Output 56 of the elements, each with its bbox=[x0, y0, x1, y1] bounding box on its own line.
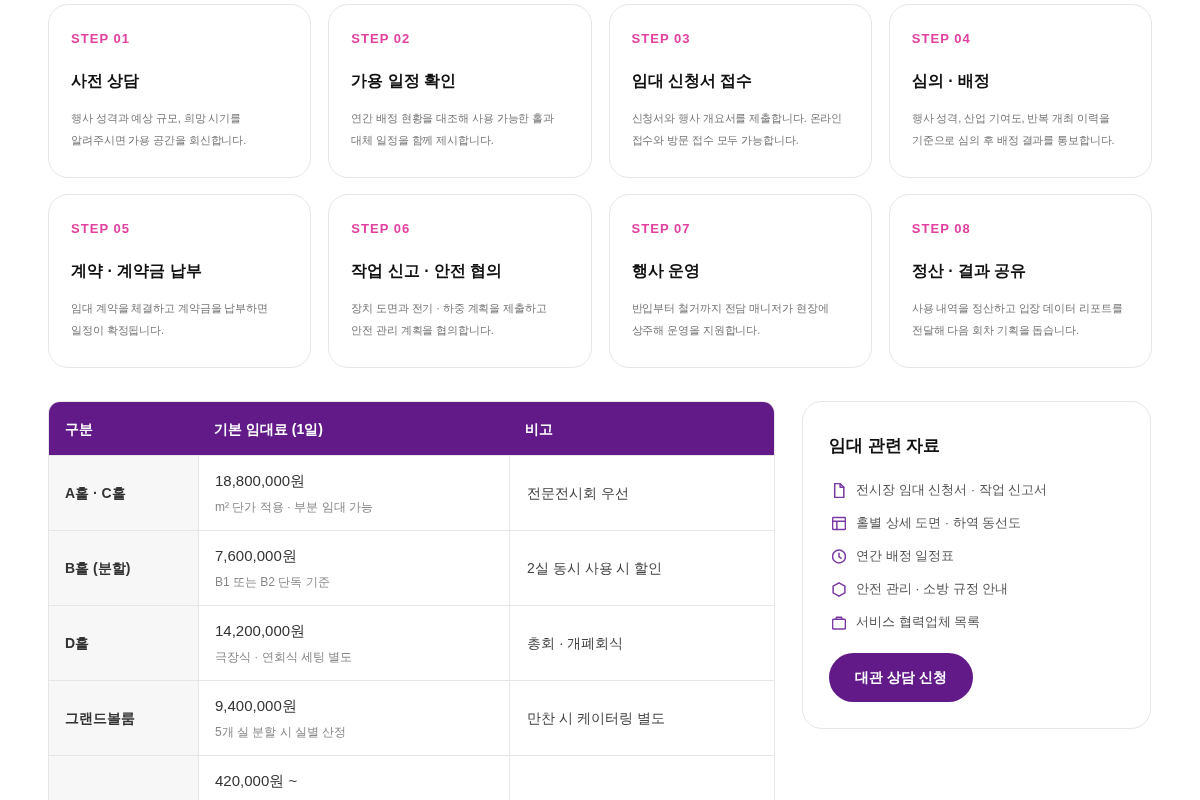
panel-title: 임대 관련 자료 bbox=[829, 435, 941, 457]
step-title: 가용 일정 확인 bbox=[351, 71, 457, 91]
resource-link[interactable]: 안전 관리 · 소방 규정 안내 bbox=[856, 578, 1009, 600]
column-header: 기본 임대료 (1일) bbox=[214, 420, 323, 437]
step-number: STEP 05 bbox=[71, 220, 131, 238]
step-title: 심의 · 배정 bbox=[911, 71, 990, 91]
hall-name: A홀 · C홀 bbox=[65, 483, 126, 503]
step-description: 연간 배정 현황을 대조해 사용 가능한 홀과 대체 일정을 함께 제시합니다. bbox=[351, 111, 555, 148]
price-note: 극장식 · 연회식 세팅 별도 bbox=[215, 649, 353, 666]
hall-name: 그랜드볼룸 bbox=[65, 708, 135, 728]
step-title: 임대 신청서 접수 bbox=[631, 71, 753, 91]
document-icon bbox=[832, 482, 846, 498]
step-description: 임대 계약을 체결하고 계약금을 납부하면 일정이 확정됩니다. bbox=[71, 301, 268, 338]
column-header: 비고 bbox=[525, 420, 553, 437]
column-header: 구분 bbox=[65, 420, 93, 437]
resource-link[interactable]: 연간 배정 일정표 bbox=[856, 545, 955, 567]
step-title: 계약 · 계약금 납부 bbox=[71, 261, 202, 281]
step-description: 행사 성격과 예상 규모, 희망 시기를 알려주시면 가용 공간을 회신합니다. bbox=[71, 111, 247, 148]
hall-name: D홀 bbox=[65, 633, 90, 653]
layout-icon bbox=[832, 515, 846, 531]
step-title: 행사 운영 bbox=[631, 261, 700, 281]
price-text: 18,800,000원 bbox=[215, 471, 306, 491]
step-number: STEP 08 bbox=[911, 220, 971, 238]
step-description: 행사 성격, 산업 기여도, 반복 개최 이력을 기준으로 심의 후 배정 결과를 통보합니다. bbox=[911, 111, 1115, 148]
remark-text: 전문전시회 우선 bbox=[527, 483, 629, 503]
resource-link[interactable]: 홀별 상세 도면 · 하역 동선도 bbox=[856, 512, 1022, 534]
step-description: 사용 내역을 정산하고 입장 데이터 리포트를 전달해 다음 회차 기획을 돕습니다. bbox=[911, 301, 1123, 338]
step-title: 사전 상담 bbox=[71, 71, 140, 91]
step-number: STEP 04 bbox=[911, 30, 971, 48]
remark-text: 2실 동시 사용 시 할인 bbox=[527, 558, 663, 578]
resource-link[interactable]: 전시장 임대 신청서 · 작업 신고서 bbox=[856, 479, 1048, 501]
briefcase-icon bbox=[832, 614, 846, 630]
step-description: 장치 도면과 전기 · 하중 계획을 제출하고 안전 관리 계획을 협의합니다. bbox=[351, 301, 547, 338]
price-note: m² 단가 적용 · 부분 임대 가능 bbox=[215, 499, 373, 516]
step-number: STEP 03 bbox=[631, 30, 691, 48]
resource-link[interactable]: 서비스 협력업체 목록 bbox=[856, 611, 981, 633]
hall-name: B홀 (분할) bbox=[65, 558, 131, 578]
step-number: STEP 06 bbox=[351, 220, 411, 238]
price-text: 420,000원 ~ bbox=[215, 771, 298, 791]
step-title: 작업 신고 · 안전 협의 bbox=[351, 261, 503, 281]
price-text: 14,200,000원 bbox=[215, 621, 306, 641]
consultation-button[interactable]: 대관 상담 신청 bbox=[829, 653, 973, 702]
step-number: STEP 02 bbox=[351, 30, 411, 48]
price-note: 5개 실 분할 시 실별 산정 bbox=[215, 724, 347, 741]
remark-text: 만찬 시 케이터링 별도 bbox=[527, 708, 665, 728]
price-text: 7,600,000원 bbox=[215, 546, 297, 566]
price-note: B1 또는 B2 단독 기준 bbox=[215, 574, 330, 591]
step-description: 반입부터 철거까지 전담 매니저가 현장에 상주해 운영을 지원합니다. bbox=[631, 301, 829, 338]
step-number: STEP 01 bbox=[71, 30, 131, 48]
step-description: 신청서와 행사 개요서를 제출합니다. 온라인 접수와 방문 접수 모두 가능합니다. bbox=[631, 111, 843, 148]
step-title: 정산 · 결과 공유 bbox=[911, 261, 1027, 281]
clock-icon bbox=[832, 548, 846, 564]
remark-text: 총회 · 개폐회식 bbox=[527, 633, 624, 653]
price-text: 9,400,000원 bbox=[215, 696, 297, 716]
step-number: STEP 07 bbox=[631, 220, 691, 238]
hexagon-icon bbox=[832, 581, 846, 597]
